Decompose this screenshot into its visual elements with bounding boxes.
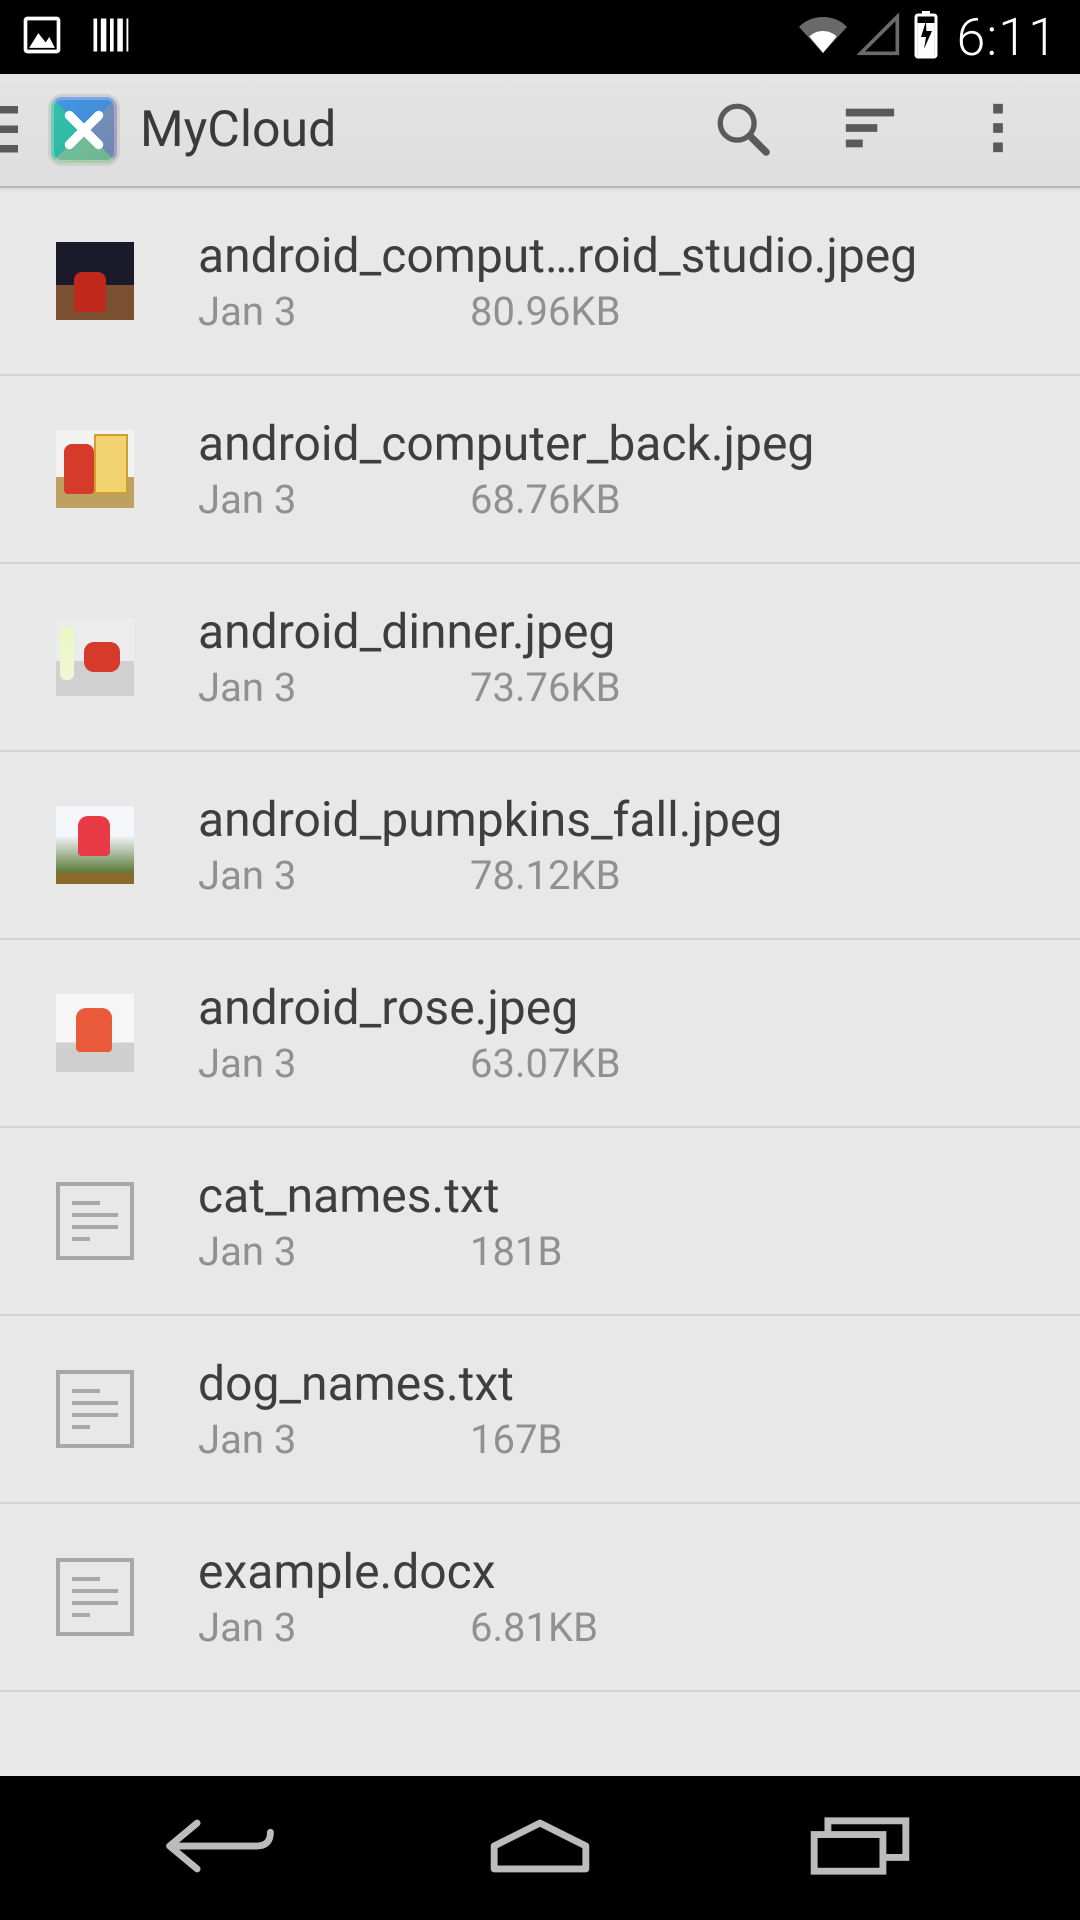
file-row[interactable]: android_pumpkins_fall.jpegJan 378.12KB — [0, 752, 1080, 940]
file-name: example.docx — [198, 1543, 1080, 1600]
cell-signal-icon — [857, 13, 901, 61]
file-date: Jan 3 — [198, 1604, 470, 1651]
sort-icon — [841, 99, 899, 161]
overflow-menu-button[interactable] — [934, 73, 1062, 187]
document-icon — [56, 1558, 134, 1636]
file-thumbnail — [56, 242, 134, 320]
overflow-menu-icon — [969, 99, 1027, 161]
file-row[interactable]: example.docxJan 36.81KB — [0, 1504, 1080, 1692]
home-icon — [485, 1816, 595, 1880]
file-date: Jan 3 — [198, 664, 470, 711]
file-size: 181B — [470, 1228, 562, 1275]
back-button[interactable] — [120, 1776, 320, 1920]
file-date: Jan 3 — [198, 1228, 470, 1275]
drawer-toggle[interactable] — [0, 73, 18, 187]
recents-button[interactable] — [760, 1776, 960, 1920]
file-size: 80.96KB — [470, 288, 621, 335]
file-name: android_comput…roid_studio.jpeg — [198, 227, 1080, 284]
wifi-icon — [799, 11, 847, 63]
file-size: 73.76KB — [470, 664, 621, 711]
file-name: dog_names.txt — [198, 1355, 1080, 1412]
home-button[interactable] — [440, 1776, 640, 1920]
back-icon — [165, 1816, 275, 1880]
file-row[interactable]: cat_names.txtJan 3181B — [0, 1128, 1080, 1316]
barcode-status-icon — [88, 13, 132, 61]
file-size: 63.07KB — [470, 1040, 621, 1087]
file-row[interactable]: android_dinner.jpegJan 373.76KB — [0, 564, 1080, 752]
document-icon — [56, 1182, 134, 1260]
picture-status-icon — [20, 13, 64, 61]
file-size: 167B — [470, 1416, 562, 1463]
search-icon — [713, 99, 771, 161]
file-size: 78.12KB — [470, 852, 621, 899]
file-date: Jan 3 — [198, 1416, 470, 1463]
file-size: 68.76KB — [470, 476, 621, 523]
battery-charging-icon — [911, 11, 941, 63]
file-thumbnail — [56, 430, 134, 508]
page-title: MyCloud — [140, 101, 336, 159]
file-name: android_computer_back.jpeg — [198, 415, 1080, 472]
file-date: Jan 3 — [198, 476, 470, 523]
file-thumbnail — [56, 806, 134, 884]
file-row[interactable]: dog_names.txtJan 3167B — [0, 1316, 1080, 1504]
file-row[interactable]: android_comput…roid_studio.jpegJan 380.9… — [0, 188, 1080, 376]
search-button[interactable] — [678, 73, 806, 187]
file-thumbnail — [56, 994, 134, 1072]
file-date: Jan 3 — [198, 288, 470, 335]
file-row[interactable]: android_rose.jpegJan 363.07KB — [0, 940, 1080, 1128]
file-thumbnail — [56, 618, 134, 696]
file-date: Jan 3 — [198, 1040, 470, 1087]
file-name: android_dinner.jpeg — [198, 603, 1080, 660]
file-list[interactable]: android_comput…roid_studio.jpegJan 380.9… — [0, 188, 1080, 1776]
status-bar: 6:11 — [0, 0, 1080, 74]
file-row[interactable]: android_computer_back.jpegJan 368.76KB — [0, 376, 1080, 564]
navigation-bar — [0, 1776, 1080, 1920]
sort-button[interactable] — [806, 73, 934, 187]
document-icon — [56, 1370, 134, 1448]
file-size: 6.81KB — [470, 1604, 598, 1651]
recents-icon — [805, 1816, 915, 1880]
file-name: android_pumpkins_fall.jpeg — [198, 791, 1080, 848]
file-name: android_rose.jpeg — [198, 979, 1080, 1036]
app-icon — [48, 94, 120, 166]
clock-time: 6:11 — [957, 7, 1058, 68]
toolbar: MyCloud — [0, 74, 1080, 188]
file-date: Jan 3 — [198, 852, 470, 899]
file-name: cat_names.txt — [198, 1167, 1080, 1224]
